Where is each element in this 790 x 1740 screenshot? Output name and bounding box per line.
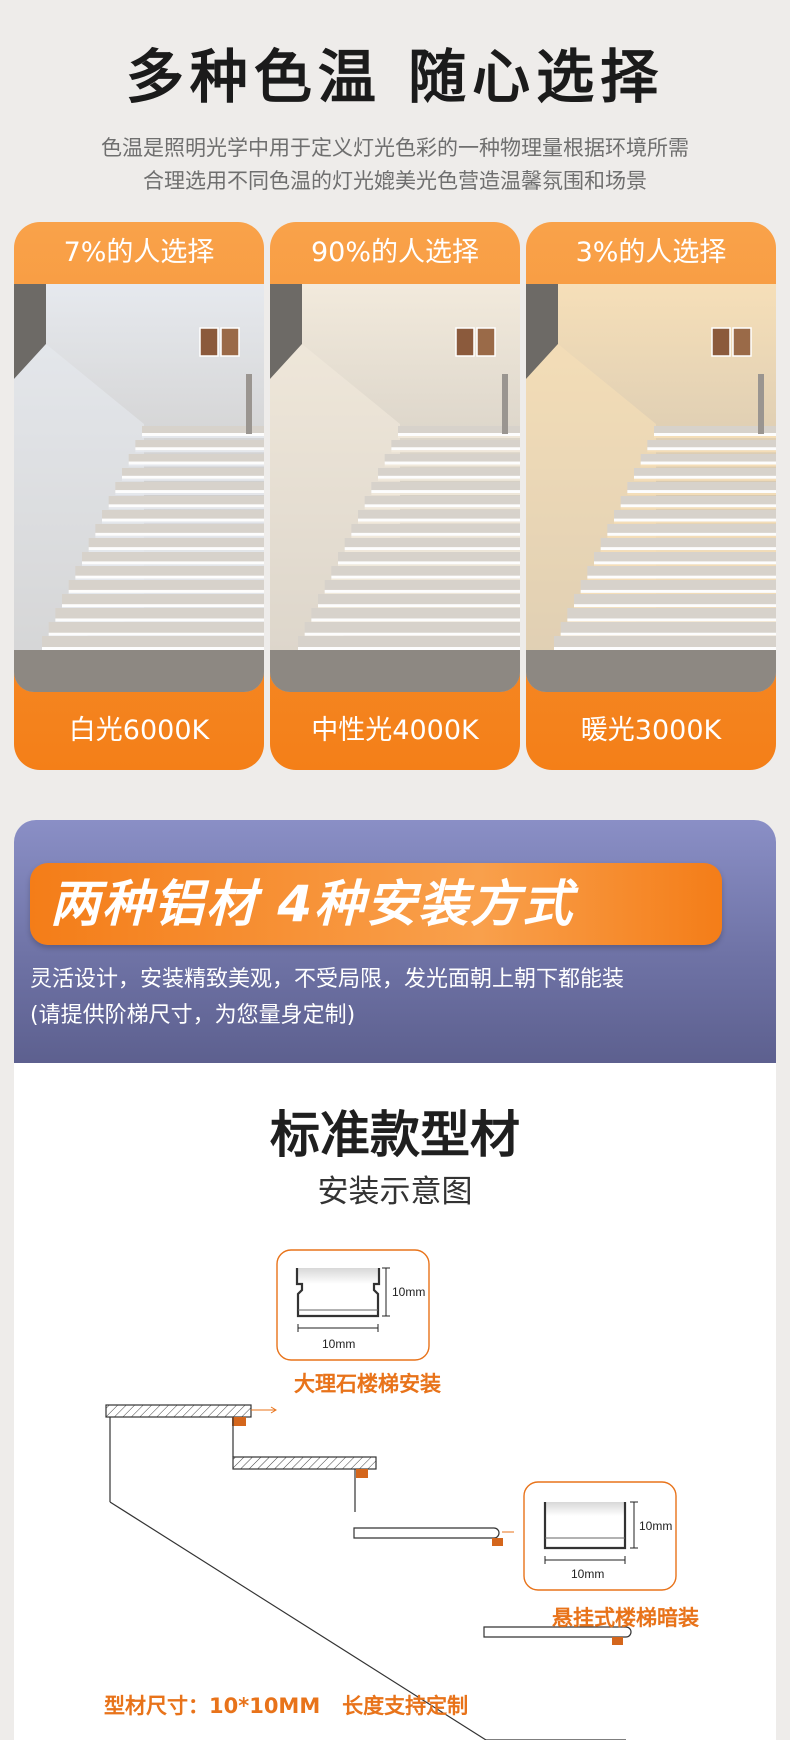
marble-stair-install-label: 大理石楼梯安装 — [294, 1372, 441, 1396]
installation-diagram: 10mm 10mm 10mm 10mm 大理石楼梯安装 悬挂式楼梯暗装 型材尺寸… — [14, 1220, 776, 1740]
section-banner: 两种铝材 4种安装方式 — [30, 863, 722, 945]
picture-frame — [220, 327, 240, 357]
led-strip — [48, 632, 264, 636]
led-strip — [142, 433, 264, 436]
led-strip — [654, 433, 776, 436]
hanging-stair-install-label: 悬挂式楼梯暗装 — [552, 1606, 699, 1630]
profile2-width-label: 10mm — [571, 1567, 604, 1581]
picture-frame — [732, 327, 752, 357]
led-strip — [128, 461, 264, 465]
led-strip — [554, 647, 776, 650]
led-strip — [358, 518, 520, 522]
card-temperature-name: 中性光4000K — [311, 715, 479, 746]
led-strip — [640, 461, 776, 465]
led-strip — [108, 504, 264, 508]
intro-text: 色温是照明光学中用于定义灯光色彩的一种物理量根据环境所需 合理选用不同色温的灯光… — [40, 132, 750, 198]
floor — [526, 650, 776, 692]
description-line-2: (请提供阶梯尺寸，为您量身定制) — [30, 1003, 356, 1028]
led-strip — [311, 618, 520, 622]
card-neutral-light: 90%的人选择 中性光4000K — [270, 222, 520, 770]
led-strip — [560, 632, 776, 636]
led-strip — [95, 532, 264, 536]
led-strip — [42, 647, 264, 650]
card-warm-light: 3%的人选择 暖光3000K — [526, 222, 776, 770]
panel-description: 灵活设计，安装精致美观，不受局限，发光面朝上朝下都能装 (请提供阶梯尺寸，为您量… — [30, 962, 750, 1034]
led-strip — [62, 604, 264, 608]
led-strip — [115, 490, 264, 494]
panel-header: 两种铝材 4种安装方式 灵活设计，安装精致美观，不受局限，发光面朝上朝下都能装 … — [14, 820, 776, 1063]
picture-frame — [711, 327, 731, 357]
led-strip — [298, 647, 520, 650]
picture-frame — [199, 327, 219, 357]
card-temperature-name: 暖光3000K — [580, 715, 722, 746]
card-percent: 90%的人选择 — [310, 237, 479, 268]
picture-frame — [455, 327, 475, 357]
led-strip — [600, 547, 776, 551]
led-strip — [318, 604, 520, 608]
card-percent: 3%的人选择 — [575, 237, 727, 268]
led-strip — [122, 475, 264, 479]
led-strip — [68, 589, 264, 593]
staircase-photo — [526, 284, 776, 692]
led-strip — [338, 561, 520, 565]
led-strip — [351, 532, 520, 536]
profile-size-spec: 型材尺寸：10*10MM 长度支持定制 — [104, 1694, 469, 1718]
led-strip — [102, 518, 264, 522]
staircase-photo — [270, 284, 520, 692]
led-strip — [398, 433, 520, 436]
led-strip — [647, 447, 776, 451]
card-white-light: 7%的人选择 白光6000K — [14, 222, 264, 770]
led-strip — [594, 561, 776, 565]
led-strip — [371, 490, 520, 494]
description-line-1: 灵活设计，安装精致美观，不受局限，发光面朝上朝下都能装 — [30, 967, 625, 992]
led-strip — [88, 547, 264, 551]
led-strip — [587, 575, 776, 579]
led-strip — [634, 475, 776, 479]
led-strip — [364, 504, 520, 508]
led-strip — [324, 589, 520, 593]
led-strip — [391, 447, 520, 451]
floor — [270, 650, 520, 692]
page-title: 多种色温 随心选择 — [125, 43, 665, 111]
installation-diagram-subtitle: 安装示意图 — [317, 1174, 473, 1210]
intro-line-2: 合理选用不同色温的灯光媲美光色营造温馨氛围和场景 — [143, 169, 647, 193]
profile1-height-label: 10mm — [392, 1285, 425, 1299]
intro-line-1: 色温是照明光学中用于定义灯光色彩的一种物理量根据环境所需 — [101, 136, 689, 160]
led-strip — [344, 547, 520, 551]
led-strip — [567, 618, 776, 622]
led-strip — [607, 532, 776, 536]
led-strip — [331, 575, 520, 579]
card-percent: 7%的人选择 — [63, 237, 215, 268]
floor — [14, 650, 264, 692]
led-strip — [304, 632, 520, 636]
led-strip — [614, 518, 776, 522]
installation-panel: 两种铝材 4种安装方式 灵活设计，安装精致美观，不受局限，发光面朝上朝下都能装 … — [14, 820, 776, 1740]
led-strip — [135, 447, 264, 451]
standard-profile-title: 标准款型材 — [270, 1106, 520, 1164]
color-temperature-cards: 7%的人选择 白光6000K 90%的人选择 中性光4000K 3%的人选择 暖… — [14, 222, 776, 770]
led-strip — [384, 461, 520, 465]
led-strip — [55, 618, 264, 622]
led-strip — [620, 504, 776, 508]
led-strip — [82, 561, 264, 565]
profile1-width-label: 10mm — [322, 1337, 355, 1351]
picture-frame — [476, 327, 496, 357]
profile2-height-label: 10mm — [639, 1519, 672, 1533]
led-strip — [75, 575, 264, 579]
staircase-photo — [14, 284, 264, 692]
led-strip — [580, 589, 776, 593]
led-strip — [574, 604, 776, 608]
card-temperature-name: 白光6000K — [68, 715, 210, 746]
led-strip — [627, 490, 776, 494]
led-strip — [378, 475, 520, 479]
banner-title: 两种铝材 4种安装方式 — [50, 875, 575, 933]
stair-cross-section-diagram: 10mm 10mm 10mm 10mm — [105, 1249, 677, 1740]
